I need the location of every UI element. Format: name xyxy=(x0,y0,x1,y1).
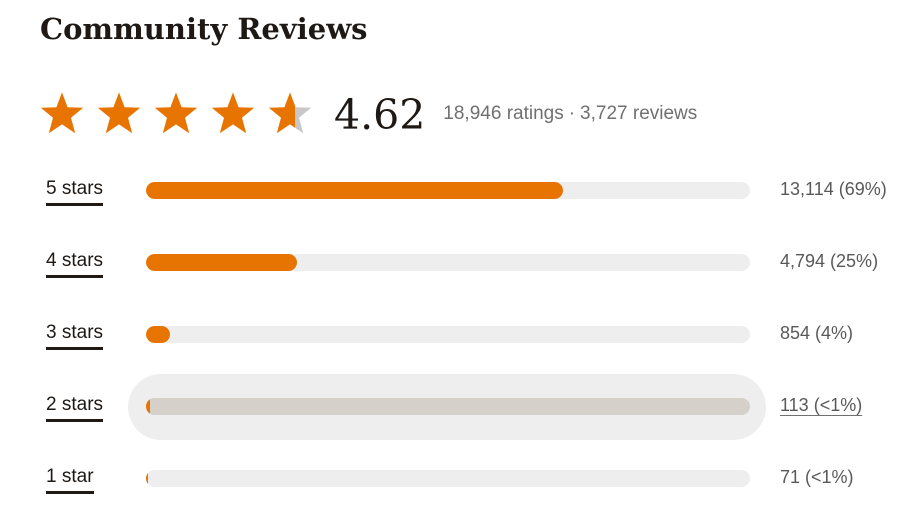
histogram-row-5-stars[interactable]: 5 stars 13,114 (69%) xyxy=(0,172,915,212)
histogram-row-3-stars[interactable]: 3 stars 854 (4%) xyxy=(0,316,915,356)
star-filter-link[interactable]: 5 stars xyxy=(46,178,104,206)
star-filter-link[interactable]: 3 stars xyxy=(46,322,104,350)
ratings-count: 18,946 ratings xyxy=(443,103,564,124)
histogram-row-2-stars[interactable]: 2 stars 113 (<1%) xyxy=(0,374,915,440)
rating-count: 71 (<1%) xyxy=(780,467,854,487)
histogram-row-4-stars[interactable]: 4 stars 4,794 (25%) xyxy=(0,244,915,284)
star-icon xyxy=(268,92,312,134)
reviews-count: 3,727 reviews xyxy=(580,103,698,124)
histogram-row-1-star[interactable]: 1 star 71 (<1%) xyxy=(0,460,915,500)
rating-count: 13,114 (69%) xyxy=(780,179,887,199)
rating-count[interactable]: 113 (<1%) xyxy=(780,395,862,416)
rating-bar-fill xyxy=(146,182,563,199)
rating-bar-track[interactable] xyxy=(146,470,750,487)
separator: · xyxy=(568,103,576,124)
rating-count: 854 (4%) xyxy=(780,323,854,343)
average-stars xyxy=(38,90,314,138)
section-title: Community Reviews xyxy=(40,12,368,46)
star-filter-link[interactable]: 1 star xyxy=(46,466,94,494)
rating-count: 4,794 (25%) xyxy=(780,251,879,271)
star-icon xyxy=(97,92,141,134)
rating-bar-fill xyxy=(146,398,150,415)
rating-bar-track[interactable] xyxy=(146,254,750,271)
rating-summary: 4.62 18,946 ratings · 3,727 reviews xyxy=(38,84,697,144)
rating-bar-fill xyxy=(146,470,149,487)
star-icon xyxy=(211,92,255,134)
star-icon xyxy=(154,92,198,134)
rating-bar-track[interactable] xyxy=(146,398,750,415)
star-filter-link[interactable]: 2 stars xyxy=(46,394,104,422)
rating-bar-fill xyxy=(146,254,297,271)
ratings-reviews-count: 18,946 ratings · 3,727 reviews xyxy=(443,103,697,125)
rating-bar-fill xyxy=(146,326,171,343)
average-rating: 4.62 xyxy=(334,91,426,139)
star-icon xyxy=(40,92,84,134)
rating-bar-track[interactable] xyxy=(146,326,750,343)
rating-bar-track[interactable] xyxy=(146,182,750,199)
star-filter-link[interactable]: 4 stars xyxy=(46,250,104,278)
